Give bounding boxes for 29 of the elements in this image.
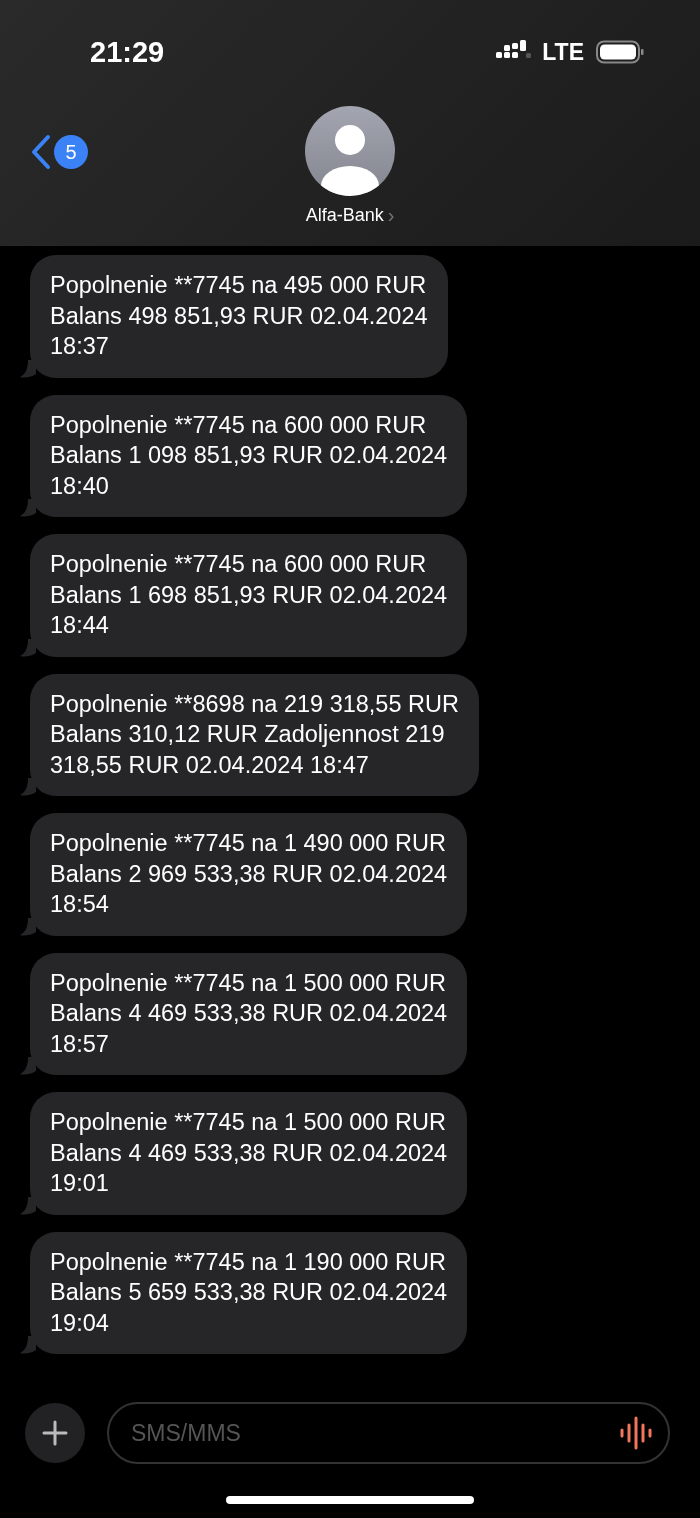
back-button[interactable]: 5 xyxy=(30,134,88,170)
bubble-tail-icon xyxy=(20,359,36,378)
bubble-tail-icon xyxy=(20,778,36,796)
back-chevron-icon xyxy=(30,134,52,170)
message-bubble: Popolnenie **7745 na 600 000 RUR Balans 1 098 851,93 RUR 02.04.2024 18:40 xyxy=(30,394,468,517)
status-time: 21:29 xyxy=(90,35,165,69)
bubble-tail-icon xyxy=(20,638,36,657)
message-bubble: Popolnenie **7745 na 1 490 000 RUR Balans 2 969 533,38 RUR 02.04.2024 18:54 xyxy=(30,813,468,936)
message-bubble: Popolnenie **7745 na 495 000 RUR Balans 498 851,93 RUR 02.04.2024 18:37 xyxy=(30,255,448,378)
network-label: LTE xyxy=(542,38,584,66)
add-button[interactable] xyxy=(25,1403,85,1463)
bubble-tail-icon xyxy=(20,1196,36,1215)
avatar-icon[interactable] xyxy=(305,106,395,196)
message-input-field[interactable]: SMS/MMS xyxy=(107,1402,670,1464)
message-bubble: Popolnenie **7745 na 1 500 000 RUR Balans 4 469 533,38 RUR 02.04.2024 18:57 xyxy=(30,952,468,1075)
battery-icon xyxy=(596,40,644,64)
plus-icon xyxy=(42,1420,68,1446)
chevron-icon: › xyxy=(387,204,395,227)
unread-badge: 5 xyxy=(54,135,88,169)
bubble-tail-icon xyxy=(20,917,36,936)
audio-wave-icon[interactable] xyxy=(620,1415,654,1451)
message-bubble: Popolnenie **7745 na 600 000 RUR Balans 1 698 851,93 RUR 02.04.2024 18:44 xyxy=(30,534,468,657)
bubble-tail-icon xyxy=(20,499,36,517)
bubble-tail-icon xyxy=(20,1336,36,1354)
message-bubble: Popolnenie **7745 na 1 190 000 RUR Balans 5 659 533,38 RUR 02.04.2024 19:04 xyxy=(30,1231,468,1354)
message-bubble: Popolnenie **7745 na 1 500 000 RUR Balans 4 469 533,38 RUR 02.04.2024 19:01 xyxy=(30,1092,468,1215)
message-bubble: Popolnenie **8698 na 219 318,55 RUR Balans 310,12 RUR Zadoljennost 219 318,55 RUR 02.04.2024 18:47 xyxy=(30,673,479,796)
bubble-tail-icon xyxy=(20,1057,36,1075)
contact-name[interactable]: Alfa-Bank xyxy=(305,205,384,226)
